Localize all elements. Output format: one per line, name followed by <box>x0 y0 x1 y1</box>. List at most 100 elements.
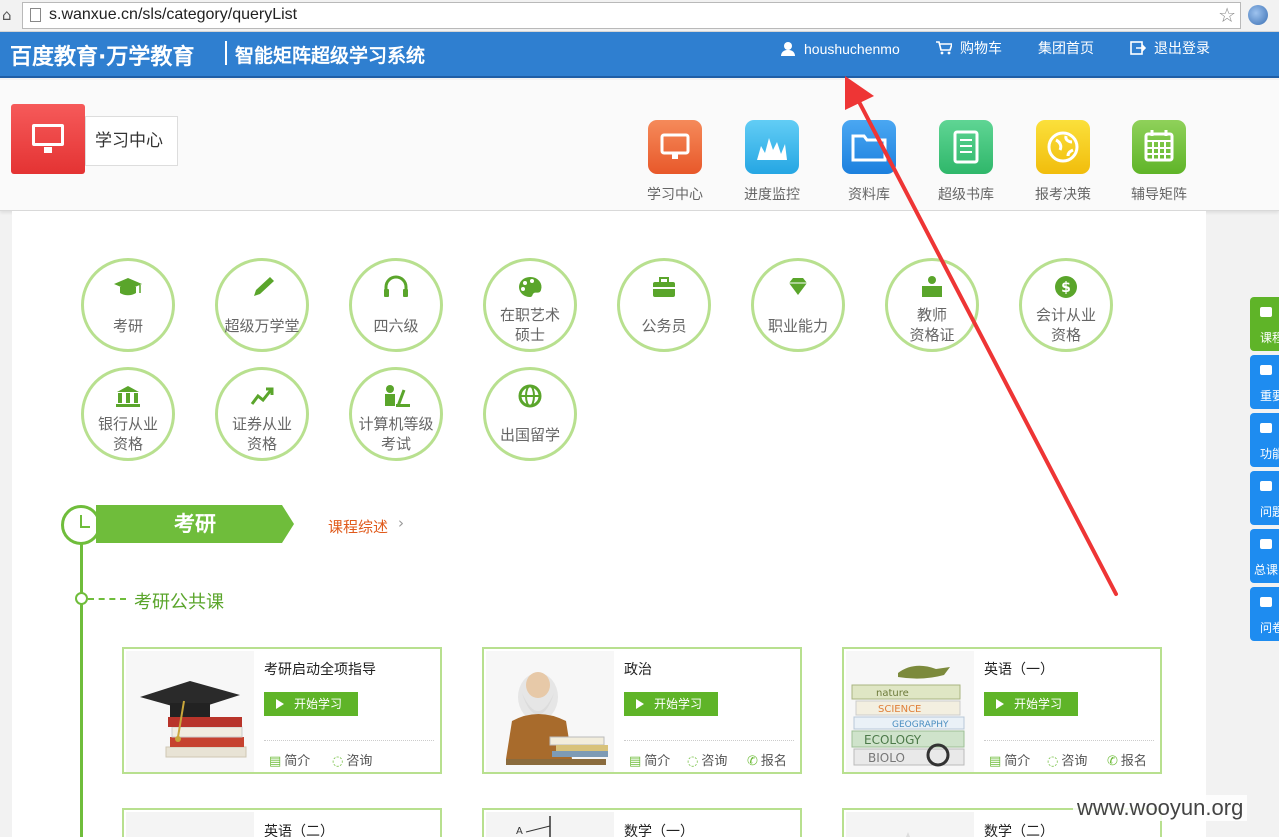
cart-label[interactable]: 购物车 <box>960 41 1002 57</box>
course-title[interactable]: 英语（一） <box>984 659 1054 679</box>
username-text[interactable]: houshuchenmo <box>804 41 900 57</box>
category-securities[interactable]: 证券从业 资格 <box>215 367 309 461</box>
learning-center-logo[interactable] <box>11 104 85 174</box>
course-thumbnail[interactable]: nature SCIENCE GEOGRAPHY ECOLOGY BIOLO <box>846 651 974 772</box>
intro-link[interactable]: ▤ 简介 <box>269 750 310 769</box>
url-field[interactable]: s.wanxue.cn/sls/category/queryList ☆ <box>22 2 1241 29</box>
app-label-progress-monitor[interactable]: 进度监控 <box>732 184 812 204</box>
side-tab-question[interactable]: 问题 <box>1250 471 1279 525</box>
start-learning-label[interactable]: 开始学习 <box>294 697 342 711</box>
course-thumbnail[interactable] <box>126 651 254 772</box>
cart-link[interactable]: 购物车 <box>936 40 1002 60</box>
category-super-wanxuetang[interactable]: 超级万学堂 <box>215 258 309 352</box>
category-civil-servant[interactable]: 公务员 <box>617 258 711 352</box>
side-tab-label[interactable]: 重要 <box>1260 387 1279 404</box>
cart-icon <box>936 41 952 55</box>
side-tab-important[interactable]: 重要 <box>1250 355 1279 409</box>
category-teacher-cert[interactable]: 教师 资格证 <box>885 258 979 352</box>
app-resource-library[interactable] <box>842 120 896 174</box>
side-tab-label[interactable]: 问卷 <box>1260 619 1279 636</box>
signup-link[interactable]: ✆ 报名 <box>747 750 787 769</box>
category-label-line2: 资格 <box>246 435 277 453</box>
consult-link[interactable]: ◌ 咨询 <box>1047 750 1087 769</box>
group-home-link[interactable]: 集团首页 <box>1038 40 1094 60</box>
consult-label[interactable]: 咨询 <box>1061 754 1087 769</box>
book-icon <box>953 130 979 164</box>
app-label-super-bookstore[interactable]: 超级书库 <box>926 184 1006 204</box>
category-professional-ability[interactable]: 职业能力 <box>751 258 845 352</box>
side-tab-label[interactable]: 问题 <box>1260 503 1279 520</box>
course-thumbnail[interactable] <box>486 651 614 772</box>
app-tutoring-matrix[interactable] <box>1132 120 1186 174</box>
group-home-label[interactable]: 集团首页 <box>1038 41 1094 57</box>
signup-label[interactable]: 报名 <box>1121 754 1147 769</box>
bookmark-star-icon[interactable]: ☆ <box>1218 4 1236 26</box>
app-label-learning-center[interactable]: 学习中心 <box>635 184 715 204</box>
start-learning-label[interactable]: 开始学习 <box>1014 697 1062 711</box>
logout-link[interactable]: 退出登录 <box>1130 40 1210 60</box>
side-tab-course[interactable]: 课程 <box>1250 297 1279 351</box>
course-overview-link[interactable]: 课程综述 <box>328 516 388 537</box>
card-divider <box>264 740 434 741</box>
intro-label[interactable]: 简介 <box>644 754 670 769</box>
course-thumbnail[interactable]: A <box>486 812 614 837</box>
start-learning-button[interactable]: 开始学习 <box>264 692 358 716</box>
signup-link[interactable]: ✆ 报名 <box>1107 750 1147 769</box>
consult-label[interactable]: 咨询 <box>701 754 727 769</box>
start-learning-label[interactable]: 开始学习 <box>654 697 702 711</box>
start-learning-button[interactable]: 开始学习 <box>624 692 718 716</box>
side-tab-label[interactable]: 总课 <box>1254 561 1278 578</box>
consult-label[interactable]: 咨询 <box>346 754 372 769</box>
globe-icon[interactable] <box>1248 5 1268 25</box>
app-exam-decision[interactable] <box>1036 120 1090 174</box>
category-computer-exam[interactable]: 计算机等级 考试 <box>349 367 443 461</box>
home-icon[interactable]: ⌂ <box>2 6 16 24</box>
category-kaoyan[interactable]: 考研 <box>81 258 175 352</box>
side-tab-total[interactable]: 总课 <box>1250 529 1279 583</box>
course-thumbnail[interactable] <box>126 812 254 837</box>
category-banking[interactable]: 银行从业 资格 <box>81 367 175 461</box>
briefcase-icon <box>653 277 675 297</box>
consult-link[interactable]: ◌ 咨询 <box>332 750 372 769</box>
phone-icon: ✆ <box>747 754 758 769</box>
intro-label[interactable]: 简介 <box>284 754 310 769</box>
side-tab-survey[interactable]: 问卷 <box>1250 587 1279 641</box>
course-title[interactable]: 数学（二） <box>984 821 1054 837</box>
side-tab-label[interactable]: 课程 <box>1260 329 1279 346</box>
course-title[interactable]: 英语（二） <box>264 821 334 837</box>
side-tab-label[interactable]: 功能 <box>1260 445 1279 462</box>
app-label-exam-decision[interactable]: 报考决策 <box>1023 184 1103 204</box>
side-tab-function[interactable]: 功能 <box>1250 413 1279 467</box>
chevron-right-icon[interactable]: › <box>398 514 404 532</box>
user-icon <box>780 42 796 56</box>
side-icon <box>1260 539 1272 549</box>
course-title[interactable]: 数学（一） <box>624 821 694 837</box>
logout-label[interactable]: 退出登录 <box>1154 41 1210 57</box>
course-title[interactable]: 考研启动全项指导 <box>264 659 376 679</box>
course-thumbnail[interactable] <box>846 812 974 837</box>
brand-logo-text[interactable]: 百度教育·万学教育 <box>10 39 194 71</box>
category-art-master[interactable]: 在职艺术 硕士 <box>483 258 577 352</box>
intro-link[interactable]: ▤ 简介 <box>629 750 670 769</box>
category-accounting[interactable]: $ 会计从业 资格 <box>1019 258 1113 352</box>
app-super-bookstore[interactable] <box>939 120 993 174</box>
app-label-resource-library[interactable]: 资料库 <box>829 184 909 204</box>
course-title[interactable]: 政治 <box>624 659 652 679</box>
pencil-icon <box>254 277 274 296</box>
category-study-abroad[interactable]: 出国留学 <box>483 367 577 461</box>
page-icon <box>30 8 41 22</box>
category-cet[interactable]: 四六级 <box>349 258 443 352</box>
intro-link[interactable]: ▤ 简介 <box>989 750 1030 769</box>
consult-link[interactable]: ◌ 咨询 <box>687 750 727 769</box>
monitor-stand <box>44 147 52 153</box>
intro-label[interactable]: 简介 <box>1004 754 1030 769</box>
url-text[interactable]: s.wanxue.cn/sls/category/queryList <box>49 6 297 24</box>
user-link[interactable]: houshuchenmo <box>780 40 900 60</box>
side-icon <box>1260 423 1272 433</box>
signup-label[interactable]: 报名 <box>761 754 787 769</box>
app-learning-center[interactable] <box>648 120 702 174</box>
app-progress-monitor[interactable] <box>745 120 799 174</box>
side-icon <box>1260 597 1272 607</box>
start-learning-button[interactable]: 开始学习 <box>984 692 1078 716</box>
app-label-tutoring-matrix[interactable]: 辅导矩阵 <box>1119 184 1199 204</box>
